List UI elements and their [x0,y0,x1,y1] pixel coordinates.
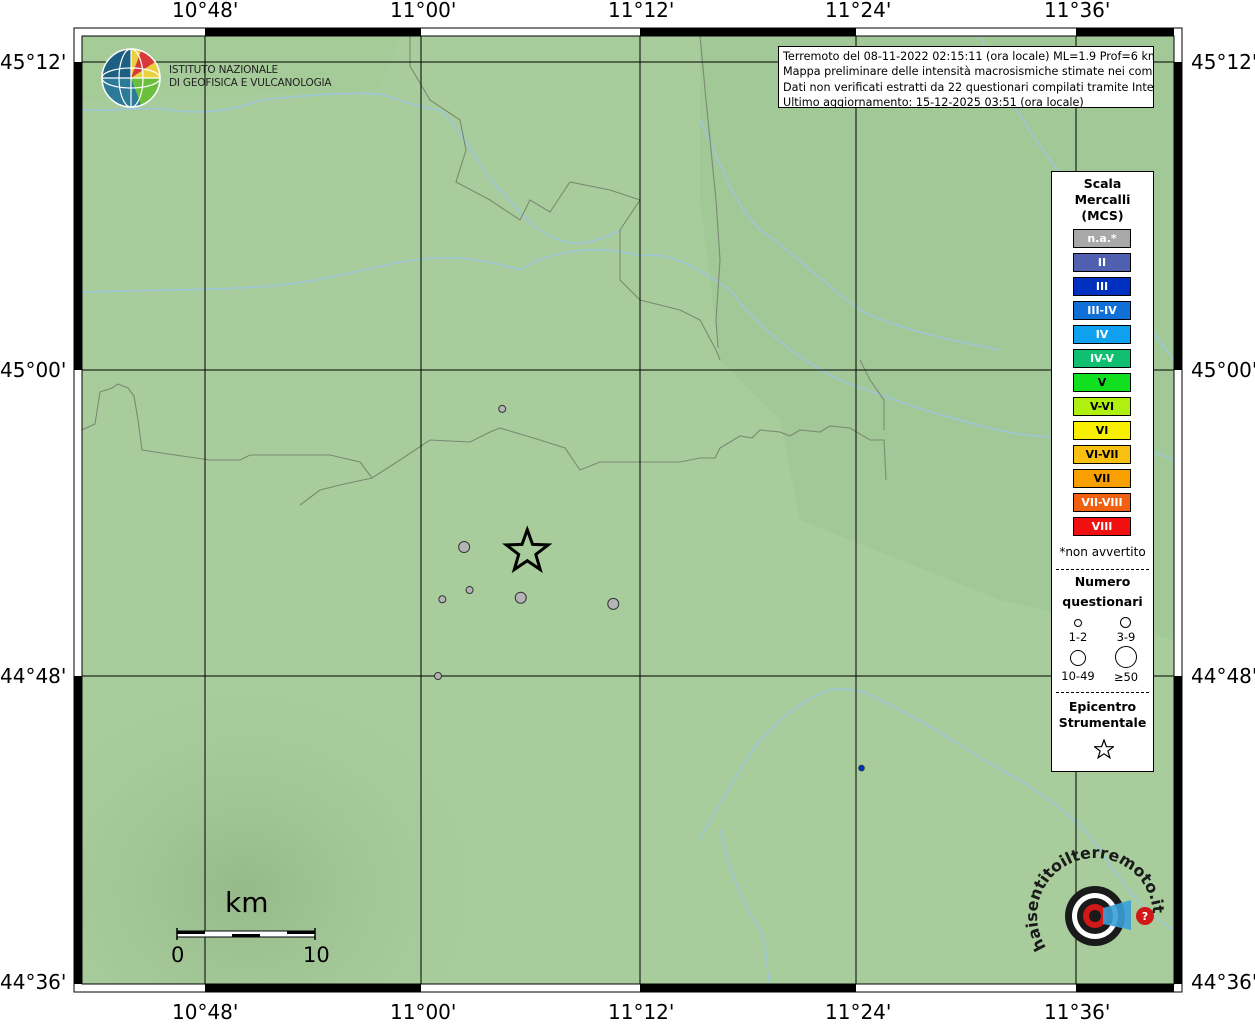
lon-label-top-2: 11°00' [390,0,457,22]
scalebar-start: 0 [171,943,185,967]
count-circle-3-9 [1120,617,1131,628]
count-title-line2: questionari [1062,594,1143,609]
scale-item-vii-viii: VII-VIII [1073,493,1131,512]
lon-label-bottom-3: 11°12' [608,1000,675,1024]
lat-label-left-4: 44°36' [0,970,67,994]
lon-label-bottom-1: 10°48' [172,1000,239,1024]
scale-item-iii-iv: III-IV [1073,301,1131,320]
scale-item-ii: II [1073,253,1131,272]
legend-title-line1: Scala [1083,176,1122,191]
scale-item-v-vi: V-VI [1073,397,1131,416]
ingv-logo-icon [101,48,161,108]
event-info-line2: Mappa preliminare delle intensità macros… [783,65,1154,79]
legend-title-line2: Mercalli [1074,192,1131,207]
count-label-10-49: 10-49 [1061,669,1095,683]
ingv-logo-line1: ISTITUTO NAZIONALE [169,64,278,76]
lat-label-left-2: 45°00' [0,358,67,382]
event-info-box: Terremoto del 08-11-2022 02:15:11 (ora l… [778,46,1154,108]
lon-label-bottom-4: 11°24' [825,1000,892,1024]
lon-label-bottom-2: 11°00' [390,1000,457,1024]
count-label-50: ≥50 [1113,670,1139,684]
observation-marker [433,672,442,680]
count-title-line1: Numero [1074,574,1131,589]
scale-item-v: V [1073,373,1131,392]
epicenter-legend-star-icon [1094,739,1114,759]
lon-label-top-1: 10°48' [172,0,239,22]
lon-label-top-4: 11°24' [825,0,892,22]
scale-item-iv-v: IV-V [1073,349,1131,368]
scale-item-iii: III [1073,277,1131,296]
observation-marker [514,591,527,604]
event-info-line1: Terremoto del 08-11-2022 02:15:11 (ora l… [783,50,1154,63]
scalebar-end: 10 [303,943,330,967]
svg-text:?: ? [1142,910,1148,923]
observation-marker [498,404,507,413]
event-info-line4: Ultimo aggiornamento: 15-12-2025 03:51 (… [783,95,1084,108]
not-felt-note: *non avvertito [1059,545,1146,559]
lat-label-right-3: 44°48' [1191,664,1255,688]
epicenter-title-line2: Strumentale [1058,715,1147,730]
ingv-logo-line2: DI GEOFISICA E VULCANOLOGIA [169,77,332,89]
lat-label-right-1: 45°12' [1191,50,1255,74]
count-circle-10-49 [1070,650,1086,666]
lon-label-top-5: 11°36' [1044,0,1111,22]
legend-panel: Scala Mercalli (MCS) n.a.* II III III-IV IV I… [1051,171,1154,772]
scale-item-n-a-: n.a.* [1073,229,1131,248]
ingv-logo-text: ISTITUTO NAZIONALE DI GEOFISICA E VULCAN… [169,64,332,90]
lat-label-left-1: 45°12' [0,50,67,74]
observation-marker [607,597,620,610]
event-info-line3: Dati non verificati estratti da 22 quest… [783,80,1154,94]
legend-title: Scala Mercalli (MCS) [1052,176,1153,224]
lat-label-right-4: 44°36' [1191,970,1255,994]
legend-divider-2 [1056,692,1149,693]
observation-marker [858,764,865,772]
scale-item-vii: VII [1073,469,1131,488]
scale-item-vi: VI [1073,421,1131,440]
scale-item-iv: IV [1073,325,1131,344]
count-circle-50 [1115,646,1137,668]
legend-divider-1 [1056,569,1149,570]
observation-marker [438,595,447,604]
scale-item-vi-vii: VI-VII [1073,445,1131,464]
lon-label-top-3: 11°12' [608,0,675,22]
count-circle-1-2 [1074,619,1082,627]
count-label-3-9: 3-9 [1116,630,1136,644]
scale-item-viii: VIII [1073,517,1131,536]
observation-marker [458,541,471,554]
lat-label-right-2: 45°00' [1191,358,1255,382]
count-label-1-2: 1-2 [1068,630,1088,644]
observation-marker [465,586,474,595]
legend-title-line3: (MCS) [1081,208,1124,223]
scalebar-unit: km [225,886,269,919]
lon-label-bottom-5: 11°36' [1044,1000,1111,1024]
lat-label-left-3: 44°48' [0,664,67,688]
epicenter-title-line1: Epicentro [1068,699,1137,714]
